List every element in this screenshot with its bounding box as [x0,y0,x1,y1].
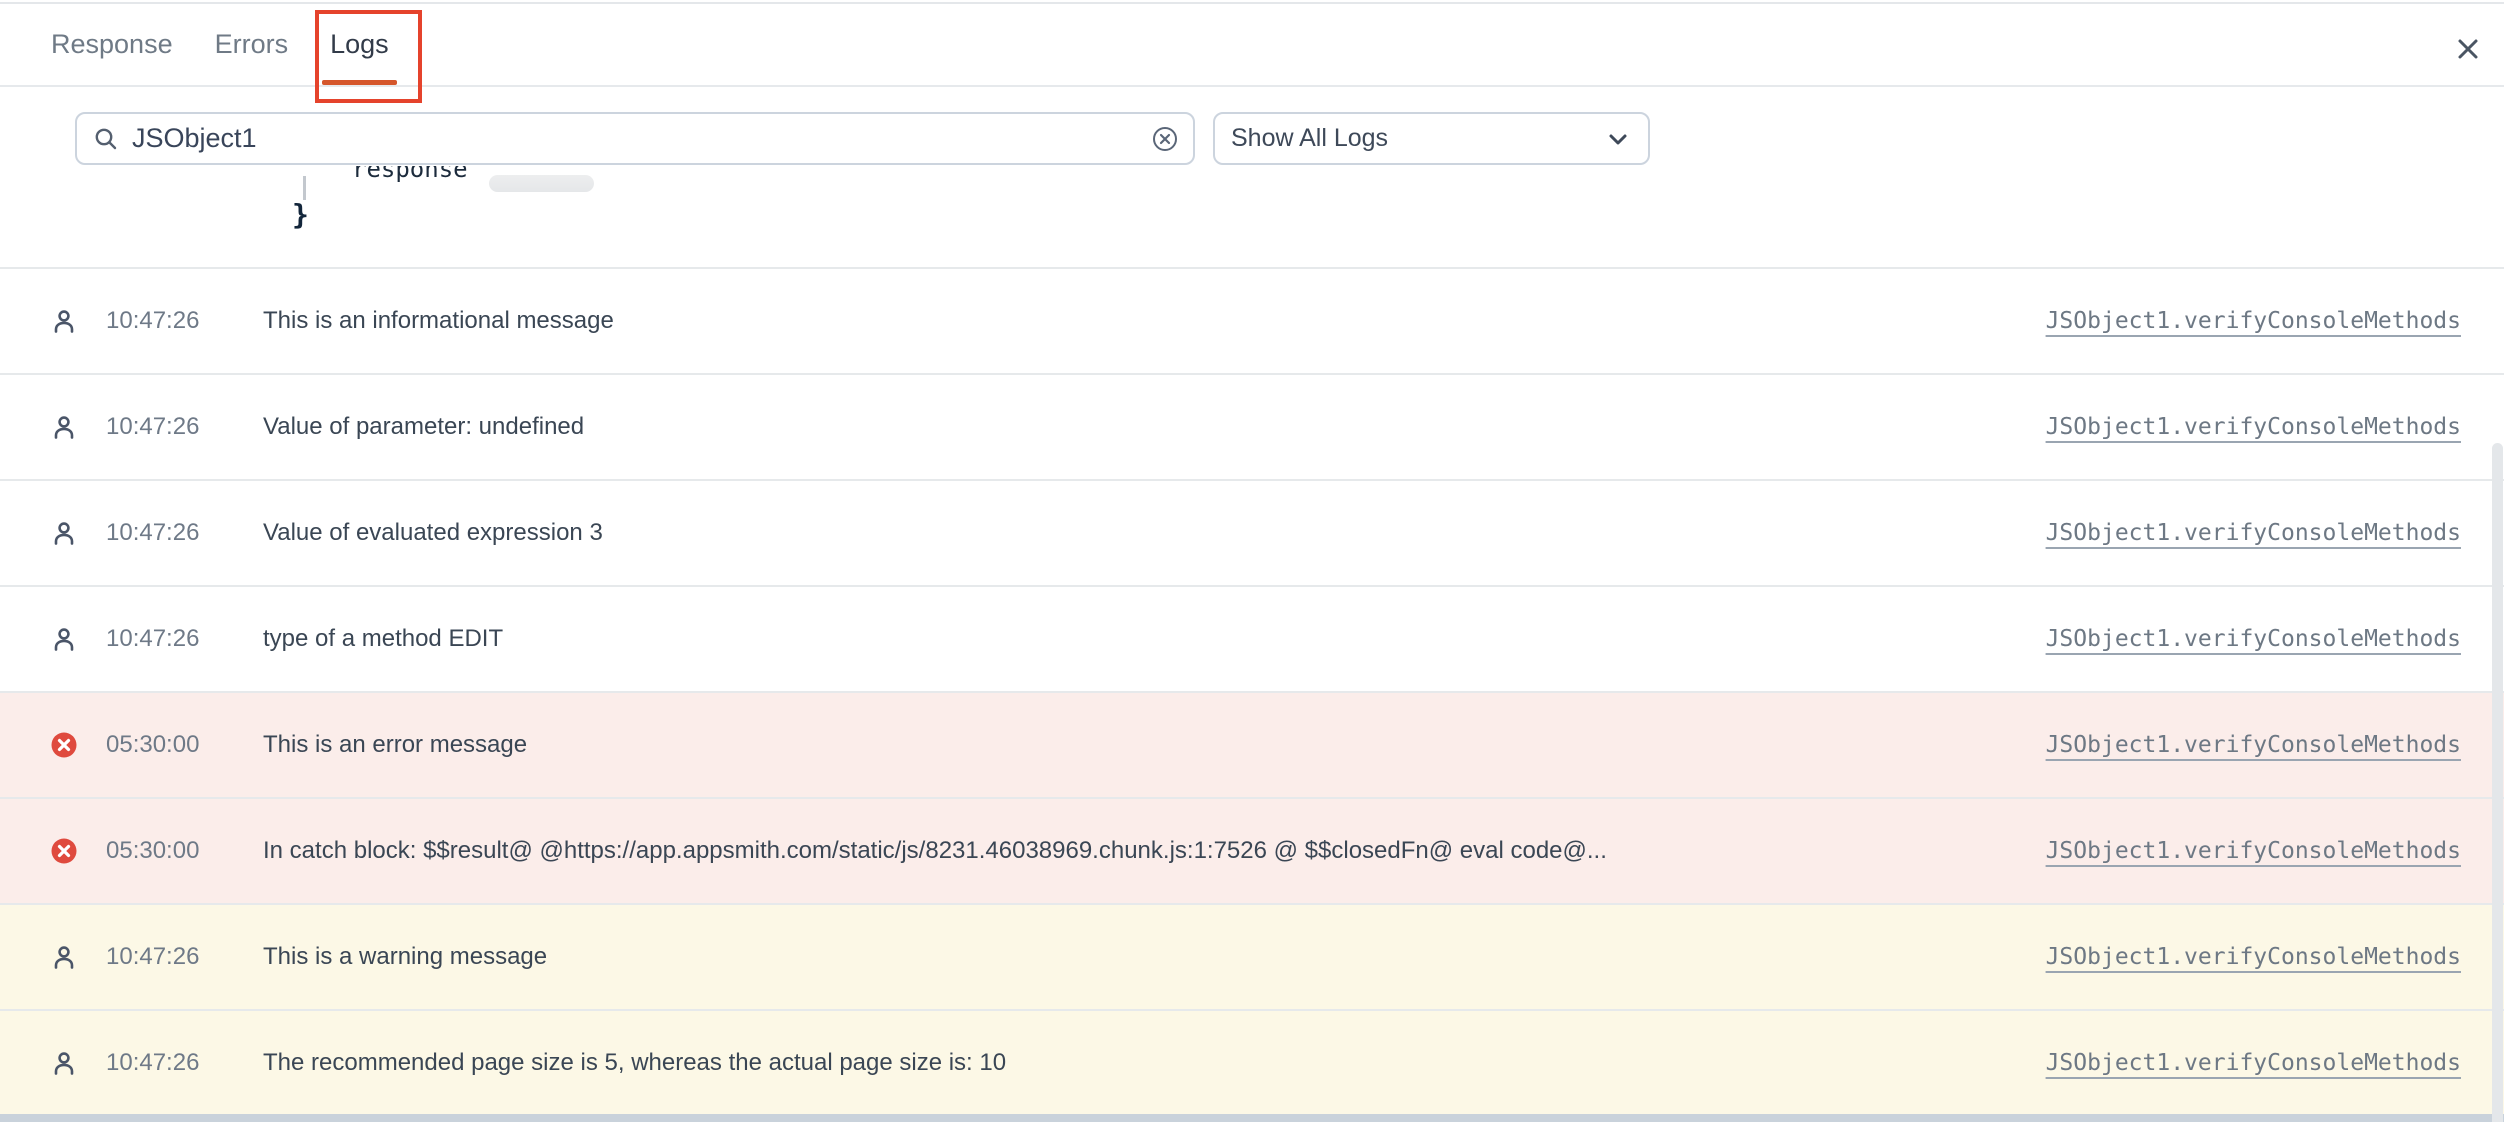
tab-errors[interactable]: Errors [215,4,289,85]
closing-brace-text: } [292,198,309,231]
json-indent-guide [303,176,306,200]
log-timestamp: 10:47:26 [106,307,216,335]
user-icon [50,625,78,653]
log-timestamp: 10:47:26 [106,1049,216,1077]
log-source-link[interactable]: JSObject1.verifyConsoleMethods [2046,308,2461,334]
log-message: This is an error message [263,731,2022,759]
log-row[interactable]: 10:47:26 Value of evaluated expression 3… [0,479,2504,585]
debugger-logs-panel: Response Errors Logs [0,0,2504,1122]
log-row[interactable]: 10:47:26 This is an informational messag… [0,267,2504,373]
log-timestamp: 10:47:26 [106,625,216,653]
log-level-selected-value: Show All Logs [1231,124,1606,153]
debugger-tab-bar: Response Errors Logs [0,4,2504,87]
close-icon [2453,34,2483,64]
error-icon [50,731,78,759]
log-timestamp: 05:30:00 [106,731,216,759]
log-row[interactable]: 10:47:26 type of a method EDIT JSObject1… [0,585,2504,691]
log-row[interactable]: 10:47:26 The recommended page size is 5,… [0,1009,2504,1115]
log-timestamp: 10:47:26 [106,943,216,971]
error-icon [50,837,78,865]
log-source-link[interactable]: JSObject1.verifyConsoleMethods [2046,626,2461,652]
log-level-dropdown[interactable]: Show All Logs [1213,112,1650,165]
log-row[interactable]: 10:47:26 Value of parameter: undefined J… [0,373,2504,479]
tab-logs[interactable]: Logs [330,4,389,85]
log-message: Value of parameter: undefined [263,413,2022,441]
log-timestamp: 05:30:00 [106,837,216,865]
tab-logs-label: Logs [330,29,389,60]
log-source-link[interactable]: JSObject1.verifyConsoleMethods [2046,838,2461,864]
log-source-link[interactable]: JSObject1.verifyConsoleMethods [2046,732,2461,758]
log-timestamp: 10:47:26 [106,519,216,547]
tab-errors-label: Errors [215,29,289,60]
log-message: This is a warning message [263,943,2022,971]
user-icon [50,519,78,547]
log-row[interactable]: 10:47:26 This is a warning message JSObj… [0,903,2504,1009]
active-tab-underline [322,80,397,85]
log-message: The recommended page size is 5, whereas … [263,1049,2022,1077]
log-list: 10:47:26 This is an informational messag… [0,267,2504,1115]
value-skeleton-pill [489,175,594,192]
clear-search-button[interactable] [1151,125,1179,153]
horizontal-scrollbar[interactable] [0,1114,2504,1122]
user-icon [50,307,78,335]
close-panel-button[interactable] [2452,33,2484,65]
log-source-link[interactable]: JSObject1.verifyConsoleMethods [2046,1050,2461,1076]
log-timestamp: 10:47:26 [106,413,216,441]
log-source-link[interactable]: JSObject1.verifyConsoleMethods [2046,520,2461,546]
log-message: type of a method EDIT [263,625,2022,653]
log-message: In catch block: $$result@ @https://app.a… [263,837,2022,865]
user-icon [50,943,78,971]
tab-response-label: Response [51,29,173,60]
log-search-box [75,112,1195,165]
log-search-input[interactable] [132,123,1151,154]
log-source-link[interactable]: JSObject1.verifyConsoleMethods [2046,944,2461,970]
scrolled-log-entry: response } [0,166,2504,267]
log-message: Value of evaluated expression 3 [263,519,2022,547]
log-row[interactable]: 05:30:00 This is an error message JSObje… [0,691,2504,797]
chevron-down-icon [1606,127,1630,151]
user-icon [50,1049,78,1077]
log-source-link[interactable]: JSObject1.verifyConsoleMethods [2046,414,2461,440]
log-row[interactable]: 05:30:00 In catch block: $$result@ @http… [0,797,2504,903]
log-message: This is an informational message [263,307,2022,335]
user-icon [50,413,78,441]
vertical-scrollbar-thumb[interactable] [2492,443,2503,1122]
tab-response[interactable]: Response [51,4,173,85]
response-key-text: response [352,166,468,181]
search-icon [93,126,119,152]
